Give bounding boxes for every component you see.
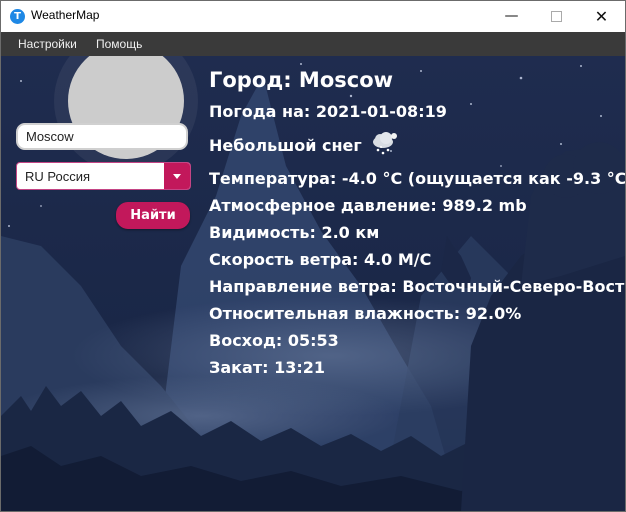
sunset-text: Закат: 13:21	[209, 358, 325, 377]
minimize-button[interactable]: —	[489, 1, 534, 32]
weather-description: Небольшой снег	[209, 136, 362, 155]
country-select[interactable]: RU Россия	[16, 162, 191, 190]
city-input[interactable]	[16, 123, 188, 150]
weather-date: Погода на: 2021-01-08:19	[209, 102, 447, 121]
wind-speed-text: Скорость ветра: 4.0 М/С	[209, 250, 432, 269]
light-snow-icon	[373, 132, 397, 155]
menu-help[interactable]: Помощь	[96, 37, 142, 51]
close-button[interactable]: ✕	[579, 1, 624, 32]
city-heading: Город: Moscow	[209, 68, 394, 92]
window-title: WeatherMap	[31, 8, 100, 22]
country-select-value: RU Россия	[25, 169, 91, 184]
temperature-text: Температура: -4.0 °C (ощущается как -9.3…	[209, 169, 625, 188]
menu-bar: Настройки Помощь	[1, 32, 625, 56]
title-bar[interactable]: T WeatherMap — ✕	[1, 1, 625, 32]
main-content: RU Россия Найти Город: Moscow Погода на:…	[1, 56, 625, 511]
pressure-text: Атмосферное давление: 989.2 mb	[209, 196, 527, 215]
sunrise-text: Восход: 05:53	[209, 331, 339, 350]
menu-settings[interactable]: Настройки	[18, 37, 77, 51]
country-dropdown-button[interactable]	[164, 163, 190, 189]
search-button[interactable]: Найти	[116, 202, 190, 229]
app-window: T WeatherMap — ✕ Настройки Помощь Moscow…	[0, 0, 626, 512]
chevron-down-icon	[173, 174, 181, 179]
maximize-icon	[551, 10, 562, 22]
wind-direction-text: Направление ветра: Восточный-Северо-Вост…	[209, 277, 625, 296]
visibility-text: Видимость: 2.0 км	[209, 223, 380, 242]
maximize-button[interactable]	[534, 1, 579, 32]
app-icon: T	[10, 9, 25, 24]
humidity-text: Относительная влажность: 92.0%	[209, 304, 522, 323]
